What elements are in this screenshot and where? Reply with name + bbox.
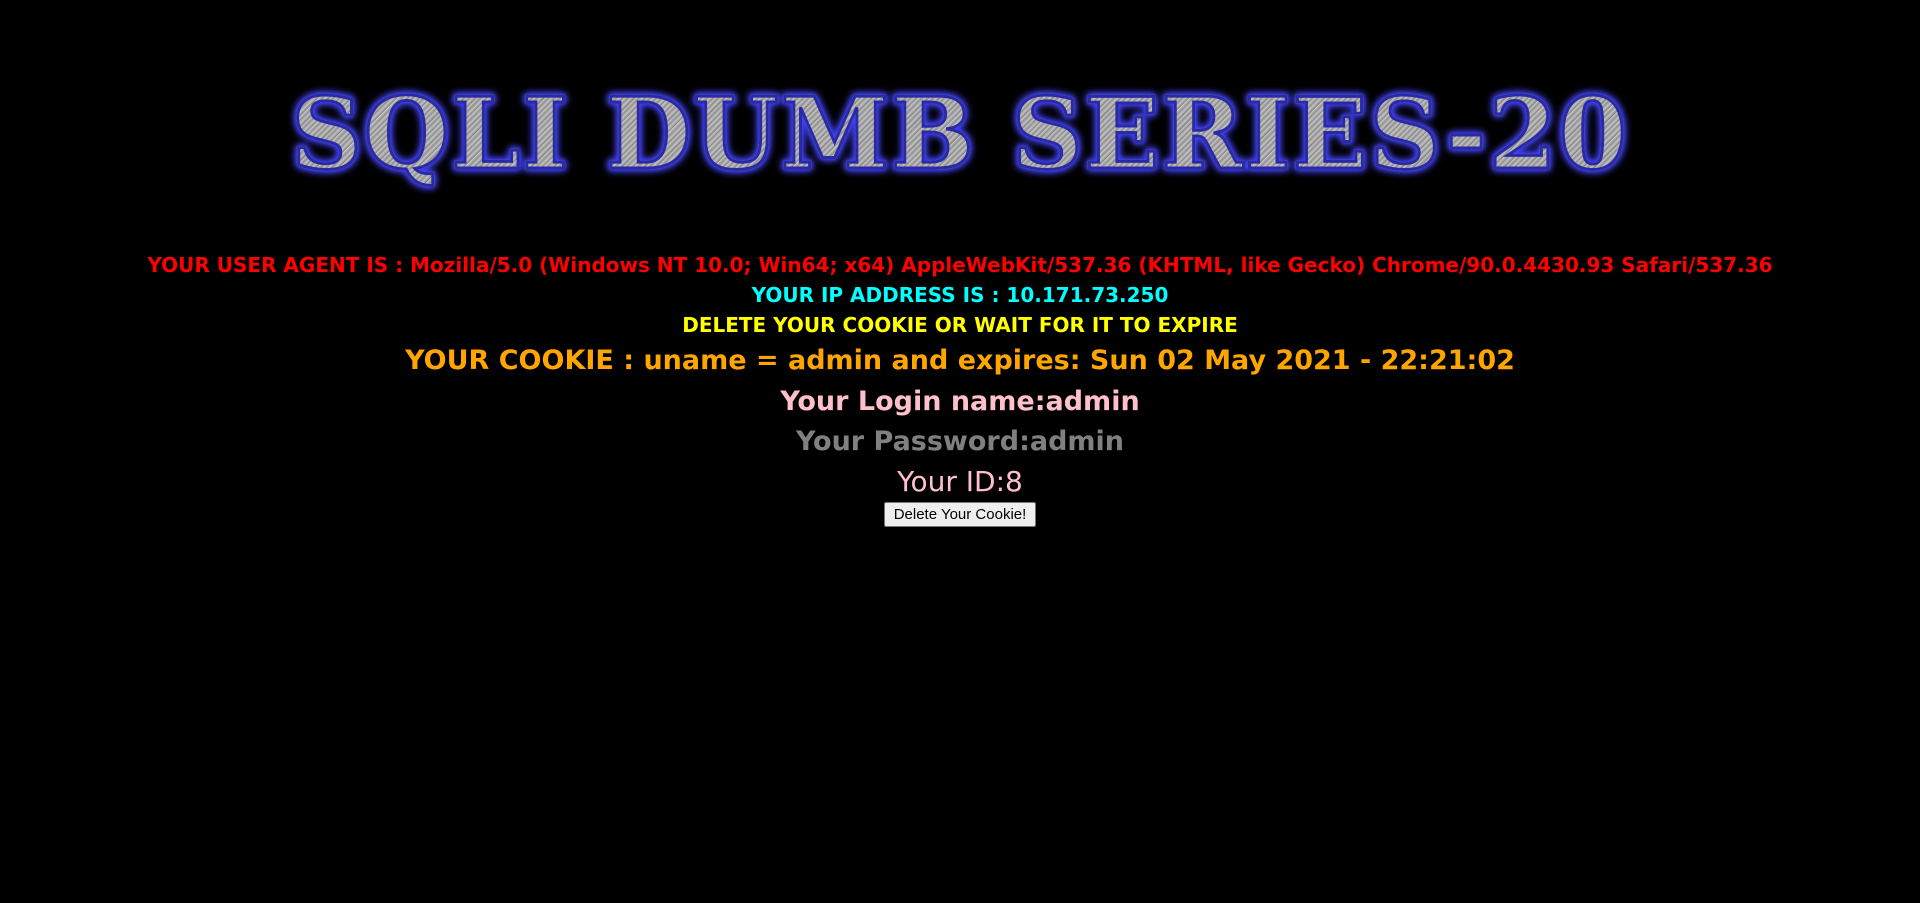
info-panel: YOUR USER AGENT IS : Mozilla/5.0 (Window… (0, 250, 1920, 527)
banner-title: SQLI DUMB SERIES-20 (290, 77, 1629, 192)
banner: SQLI DUMB SERIES-20 (0, 77, 1920, 192)
user-id-text: Your ID:8 (897, 465, 1023, 498)
page: SQLI DUMB SERIES-20 YOUR USER AGENT IS :… (0, 0, 1920, 903)
cookie-text: YOUR COOKIE : uname = admin and expires:… (405, 345, 1515, 376)
ip-address-text: YOUR IP ADDRESS IS : 10.171.73.250 (751, 283, 1169, 307)
password-text: Your Password:admin (795, 426, 1125, 457)
delete-cookie-button[interactable]: Delete Your Cookie! (883, 502, 1037, 527)
delete-cookie-form: Delete Your Cookie! (0, 502, 1920, 527)
user-agent-text: YOUR USER AGENT IS : Mozilla/5.0 (Window… (147, 253, 1773, 277)
delete-notice-text: DELETE YOUR COOKIE OR WAIT FOR IT TO EXP… (682, 313, 1238, 337)
login-name-text: Your Login name:admin (780, 386, 1140, 417)
